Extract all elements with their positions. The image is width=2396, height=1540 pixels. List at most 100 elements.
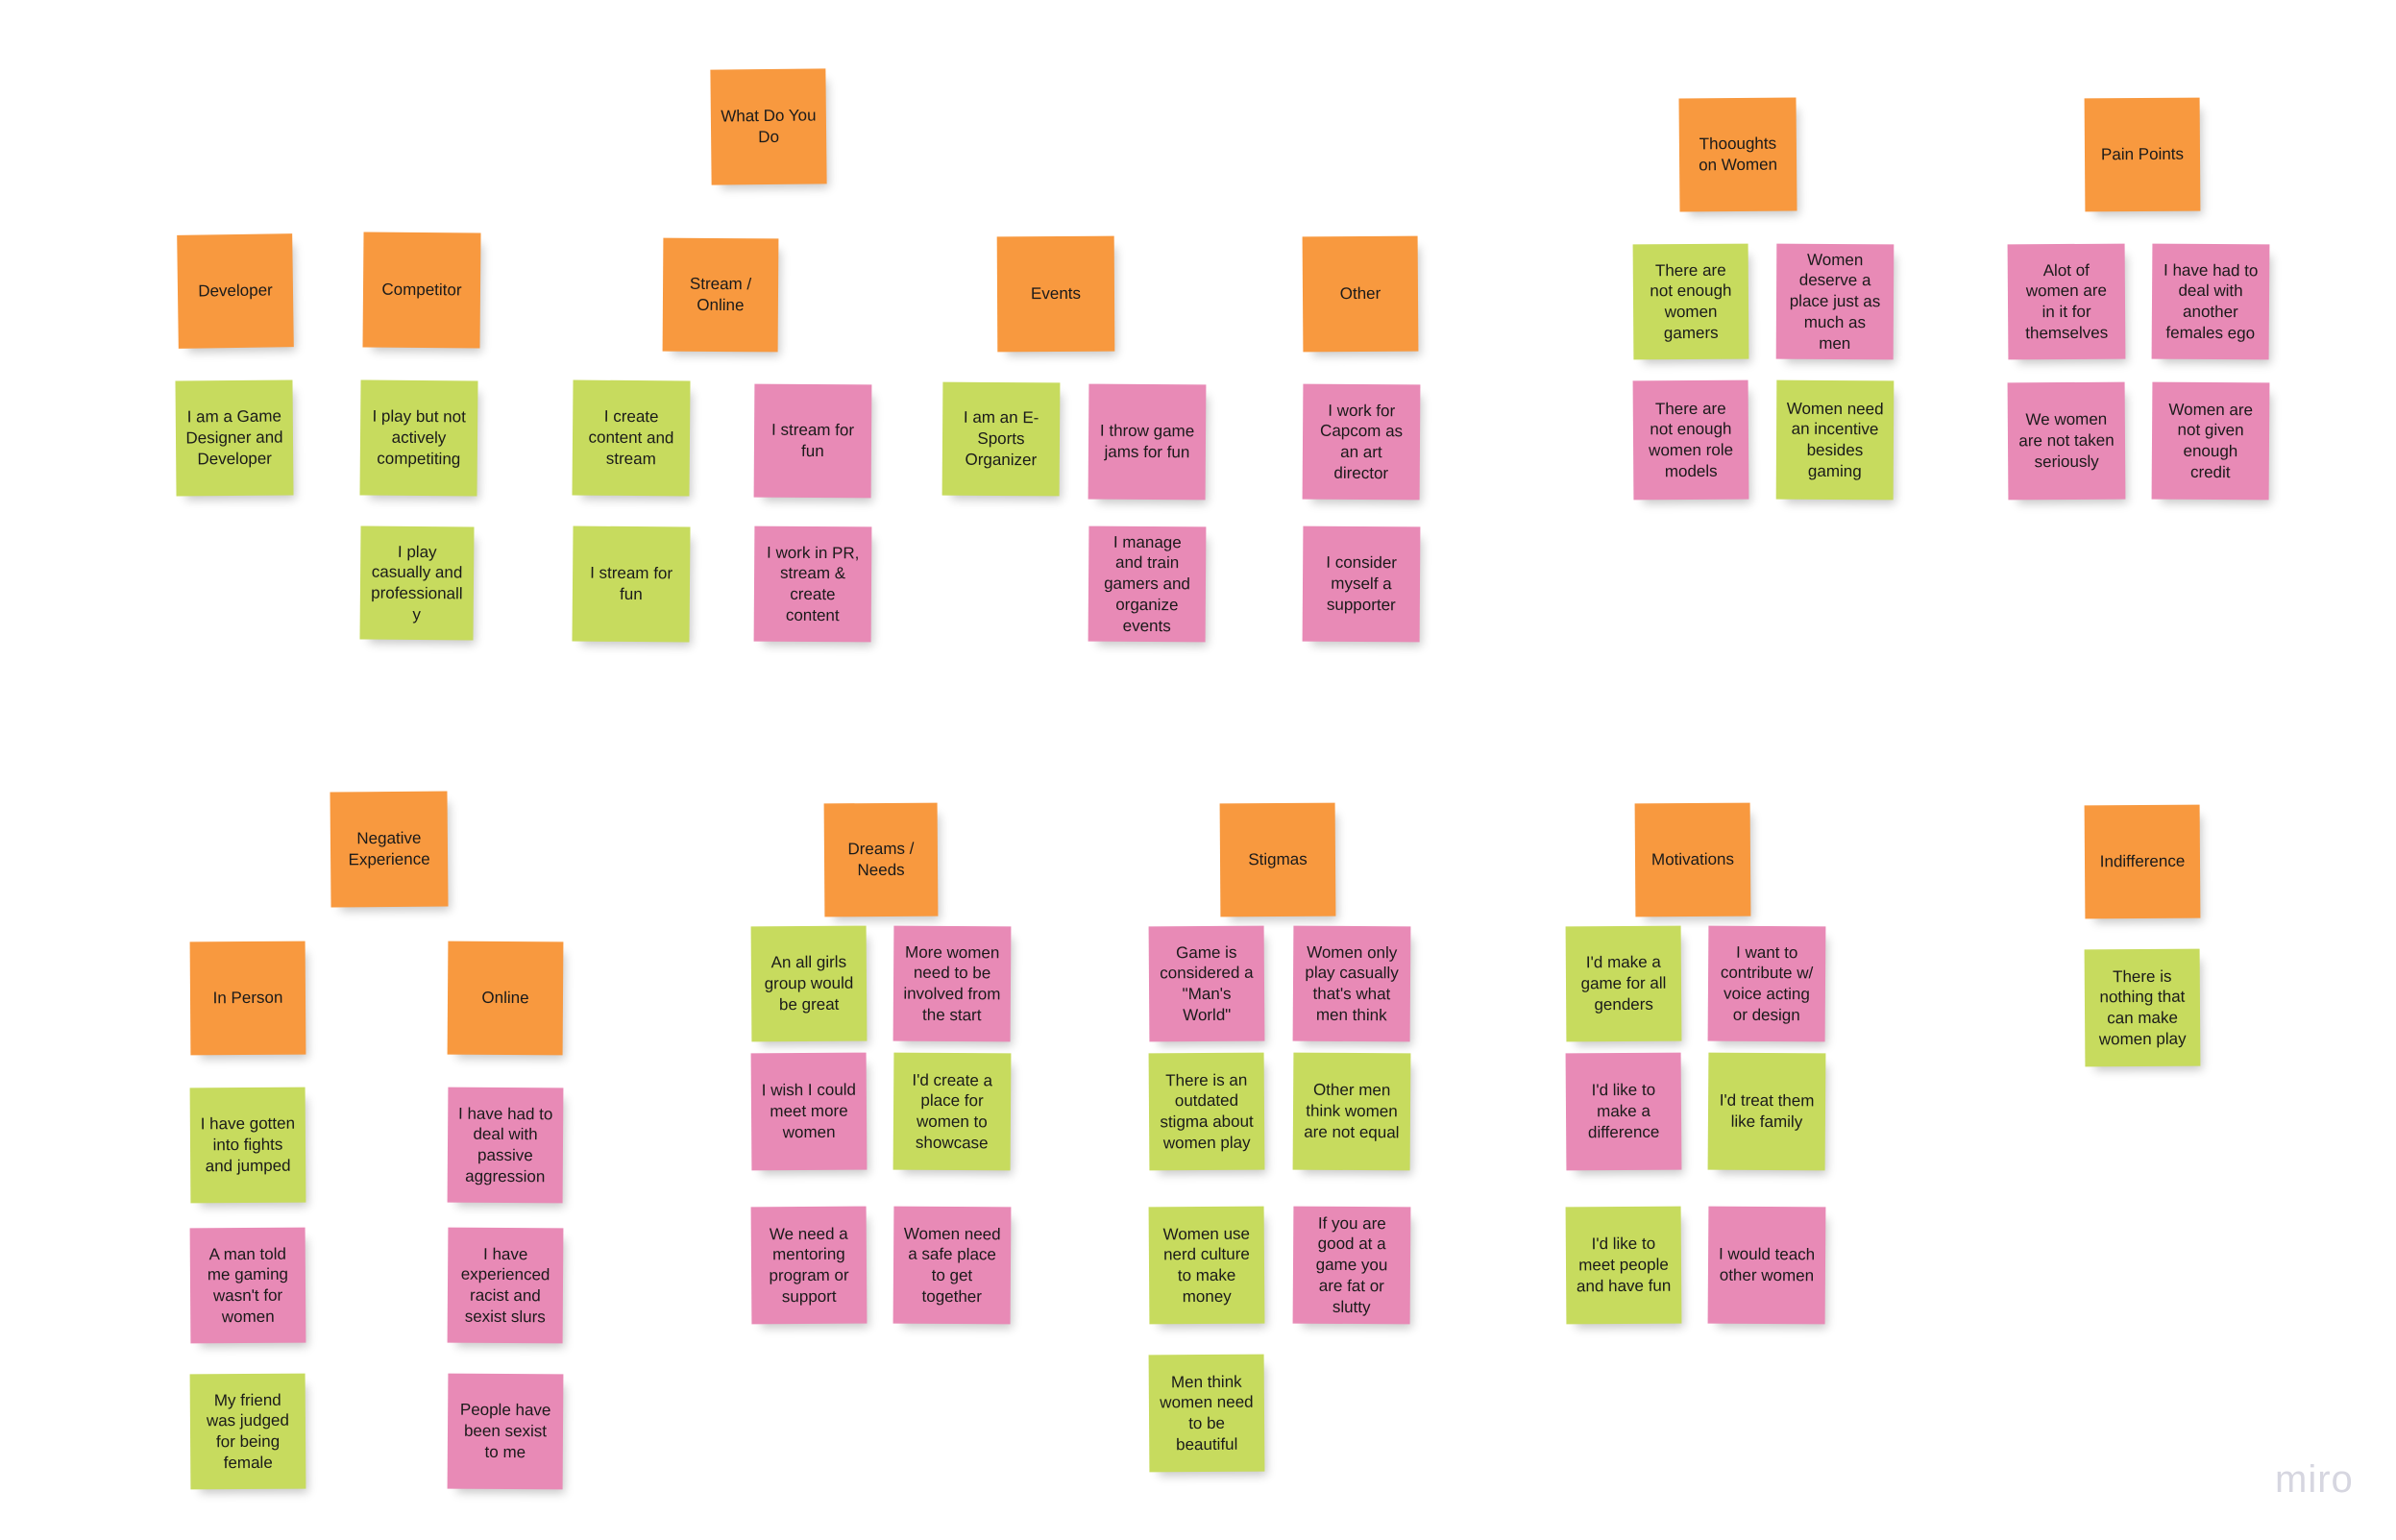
sticky-note-text: I'd like to make a difference	[1587, 1081, 1660, 1142]
sticky-note-online[interactable]: I have experienced racist and sexist slu…	[447, 1227, 564, 1344]
sticky-note-stream-online[interactable]: I work in PR, stream & create content	[753, 526, 872, 643]
sticky-note-stigmas[interactable]: Women only play casually that's what men…	[1292, 925, 1411, 1042]
sticky-note-in-person[interactable]: A man told me gaming wasn't for women	[189, 1227, 306, 1344]
sticky-note-what-do-you-do[interactable]: Other	[1302, 235, 1419, 353]
sticky-note-stigmas[interactable]: There is an outdated stigma about women …	[1148, 1052, 1265, 1171]
sticky-note-stigmas[interactable]: Men think women need to be beautiful	[1148, 1354, 1265, 1473]
sticky-note-text: Other	[1339, 283, 1381, 304]
sticky-note-pain-points[interactable]: I have had to deal with another females …	[2151, 243, 2270, 360]
sticky-note-text: I'd treat them like family	[1719, 1090, 1815, 1132]
sticky-note-what-do-you-do[interactable]: Stream / Online	[662, 237, 779, 353]
sticky-note-text: What Do You Do	[721, 106, 817, 147]
sticky-note-dreams-needs[interactable]: Dreams / Needs	[823, 802, 939, 917]
sticky-note-text: I have gotten into fights and jumped	[200, 1114, 296, 1176]
sticky-note-pain-points[interactable]: Pain Points	[2084, 97, 2201, 212]
sticky-note-events[interactable]: I am an E-Sports Organizer	[941, 381, 1061, 497]
sticky-note-text: Women deserve a place just as much as me…	[1789, 250, 1881, 353]
sticky-note-events[interactable]: I throw game jams for fun	[1088, 383, 1207, 501]
sticky-note-dreams-needs[interactable]: Women need a safe place to get together	[892, 1206, 1012, 1325]
sticky-note-text: Alot of women are in it for themselves	[2025, 260, 2109, 343]
sticky-note-stream-online[interactable]: I stream for fun	[753, 383, 872, 499]
sticky-note-indifference[interactable]: Indifference	[2084, 804, 2201, 919]
sticky-note-motivations[interactable]: I would teach other women	[1707, 1206, 1826, 1325]
sticky-note-indifference[interactable]: There is nothing that can make women pla…	[2084, 948, 2201, 1067]
sticky-note-text: If you are good at a game you are fat or…	[1315, 1213, 1388, 1316]
sticky-note-text: Men think women need to be beautiful	[1160, 1372, 1254, 1454]
sticky-note-dreams-needs[interactable]: More women need to be involved from the …	[892, 925, 1012, 1042]
sticky-note-in-person[interactable]: My friend was judged for being female	[189, 1373, 306, 1490]
sticky-note-text: Thooughts on Women	[1699, 134, 1778, 175]
sticky-note-motivations[interactable]: I'd treat them like family	[1707, 1052, 1826, 1171]
sticky-note-stream-online[interactable]: I create content and stream	[572, 379, 691, 497]
sticky-note-online[interactable]: I have had to deal with passive aggressi…	[447, 1087, 564, 1204]
sticky-note-other[interactable]: I consider myself a supporter	[1302, 526, 1421, 643]
sticky-note-thoughts-on-women[interactable]: Thooughts on Women	[1678, 97, 1797, 212]
sticky-note-text: I have experienced racist and sexist slu…	[460, 1244, 550, 1327]
sticky-note-text: Events	[1030, 283, 1082, 304]
sticky-note-developer[interactable]: I am a Game Designer and Developer	[175, 379, 294, 497]
sticky-note-events[interactable]: I manage and train gamers and organize e…	[1088, 526, 1207, 643]
sticky-note-text: I have had to deal with passive aggressi…	[458, 1104, 553, 1186]
sticky-note-in-person[interactable]: I have gotten into fights and jumped	[189, 1087, 306, 1204]
sticky-note-thoughts-on-women[interactable]: Women need an incentive besides gaming	[1775, 379, 1895, 501]
sticky-note-pain-points[interactable]: We women are not taken seriously	[2007, 381, 2126, 501]
sticky-note-text: My friend was judged for being female	[206, 1390, 289, 1472]
sticky-note-text: I'd create a place for women to showcase	[912, 1070, 993, 1153]
sticky-note-dreams-needs[interactable]: An all girls group would be great	[750, 925, 868, 1042]
sticky-note-other[interactable]: I work for Capcom as an art director	[1302, 383, 1421, 501]
sticky-note-what-do-you-do[interactable]: Competitor	[362, 232, 481, 349]
sticky-note-stigmas[interactable]: Other men think women are not equal	[1292, 1052, 1411, 1171]
sticky-note-motivations[interactable]: Motivations	[1634, 802, 1751, 917]
sticky-note-text: I want to contribute w/ voice acting or …	[1720, 942, 1814, 1024]
sticky-note-competitor[interactable]: I play casually and professionally	[359, 526, 475, 641]
sticky-note-text: I am an E-Sports Organizer	[963, 408, 1039, 470]
sticky-note-thoughts-on-women[interactable]: There are not enough women role models	[1632, 379, 1749, 501]
sticky-note-text: I wish I could meet more women	[761, 1081, 857, 1142]
sticky-note-dreams-needs[interactable]: We need a mentoring program or support	[750, 1206, 868, 1325]
sticky-note-text: Online	[481, 988, 529, 1008]
sticky-note-text: I am a Game Designer and Developer	[185, 406, 283, 469]
sticky-note-negative-experience[interactable]: Online	[447, 941, 564, 1056]
sticky-note-text: Women are not given enough credit	[2168, 400, 2254, 481]
sticky-note-what-do-you-do[interactable]: Events	[996, 235, 1115, 353]
sticky-note-text: More women need to be involved from the …	[903, 942, 1001, 1024]
sticky-note-text: There is an outdated stigma about women …	[1160, 1070, 1254, 1153]
sticky-note-competitor[interactable]: I play but not actively competiting	[359, 379, 478, 497]
sticky-note-motivations[interactable]: I'd like to meet people and have fun	[1565, 1206, 1682, 1325]
sticky-note-text: Stream / Online	[689, 275, 752, 315]
sticky-note-stigmas[interactable]: Women use nerd culture to make money	[1148, 1206, 1265, 1325]
sticky-note-stigmas[interactable]: If you are good at a game you are fat or…	[1292, 1206, 1411, 1325]
sticky-note-negative-experience[interactable]: Negative Experience	[330, 791, 449, 908]
sticky-note-motivations[interactable]: I'd like to make a difference	[1565, 1052, 1682, 1171]
sticky-note-what-do-you-do[interactable]: Developer	[177, 233, 294, 349]
sticky-note-text: Women only play casually that's what men…	[1305, 942, 1399, 1025]
sticky-note-text: Women need a safe place to get together	[903, 1224, 1001, 1306]
sticky-note-text: Women use nerd culture to make money	[1162, 1224, 1251, 1306]
sticky-note-text: Developer	[198, 281, 273, 301]
sticky-note-what-do-you-do[interactable]: What Do You Do	[710, 68, 827, 185]
sticky-note-dreams-needs[interactable]: I'd create a place for women to showcase	[892, 1052, 1012, 1171]
sticky-note-online[interactable]: People have been sexist to me	[447, 1373, 564, 1490]
miro-board-canvas[interactable]: What Do You Do Developer Competitor Stream …	[0, 0, 2396, 1540]
sticky-note-motivations[interactable]: I'd make a game for all genders	[1565, 925, 1682, 1042]
sticky-note-text: Stigmas	[1248, 849, 1308, 869]
sticky-note-text: Motivations	[1650, 849, 1735, 869]
sticky-note-text: There is nothing that can make women pla…	[2098, 966, 2187, 1049]
sticky-note-stigmas[interactable]: Stigmas	[1219, 802, 1336, 917]
sticky-note-text: People have been sexist to me	[459, 1401, 551, 1462]
sticky-note-stigmas[interactable]: Game is considered a "Man's World"	[1148, 925, 1265, 1042]
sticky-note-thoughts-on-women[interactable]: Women deserve a place just as much as me…	[1775, 243, 1895, 360]
sticky-note-thoughts-on-women[interactable]: There are not enough women gamers	[1632, 243, 1749, 360]
sticky-note-text: In Person	[212, 988, 283, 1008]
sticky-note-text: Women need an incentive besides gaming	[1786, 399, 1884, 480]
sticky-note-text: I stream for fun	[590, 563, 673, 604]
sticky-note-negative-experience[interactable]: In Person	[189, 941, 306, 1056]
sticky-note-pain-points[interactable]: Alot of women are in it for themselves	[2007, 243, 2126, 360]
sticky-note-pain-points[interactable]: Women are not given enough credit	[2151, 381, 2270, 501]
sticky-note-stream-online[interactable]: I stream for fun	[572, 526, 691, 643]
sticky-note-text: Competitor	[381, 280, 462, 300]
sticky-note-motivations[interactable]: I want to contribute w/ voice acting or …	[1707, 925, 1826, 1042]
sticky-note-text: We women are not taken seriously	[2018, 410, 2115, 472]
sticky-note-text: An all girls group would be great	[764, 953, 854, 1014]
sticky-note-dreams-needs[interactable]: I wish I could meet more women	[750, 1052, 868, 1171]
